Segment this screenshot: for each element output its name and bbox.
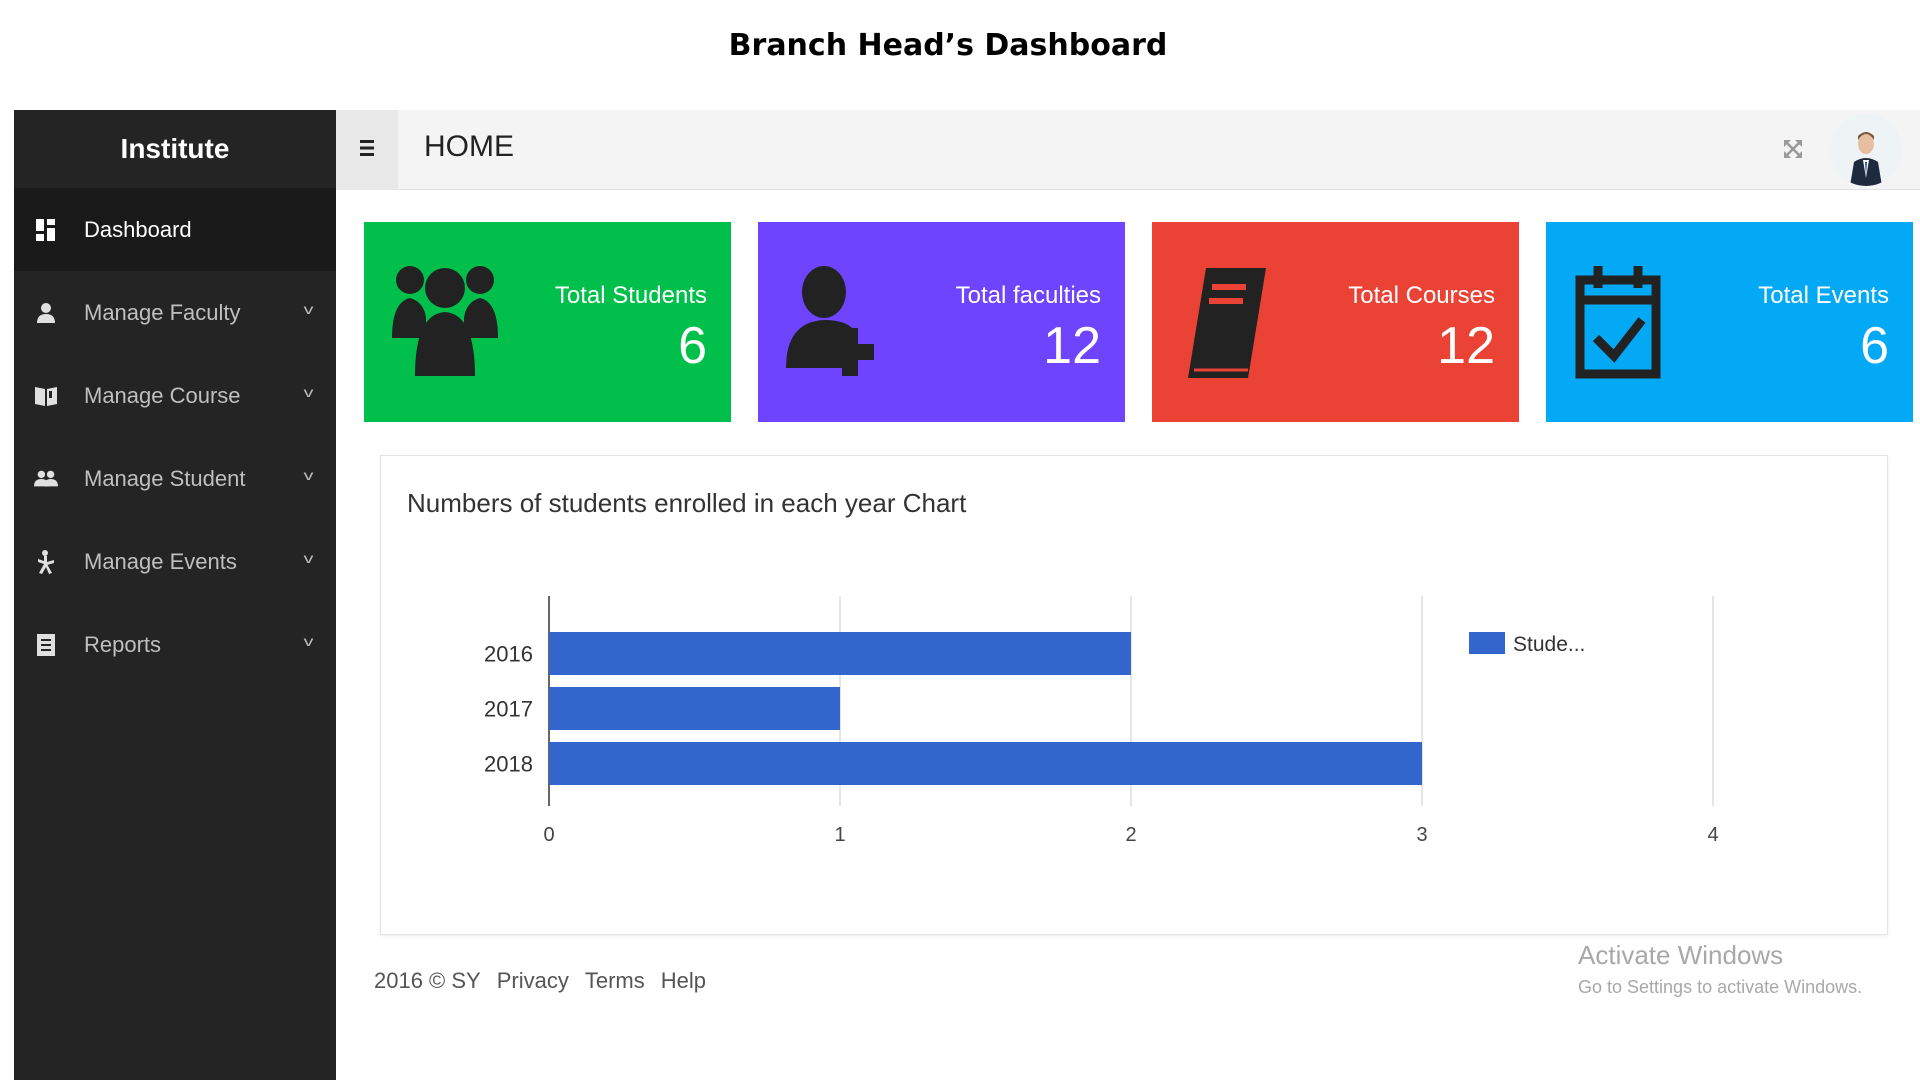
stat-card-total-students[interactable]: Total Students 6: [364, 222, 731, 422]
dashboard-icon: [34, 218, 58, 242]
enrollment-bar-chart: 0 1 2 3 4 2016 2017 2018 Stude...: [484, 596, 1719, 846]
chevron-down-icon[interactable]: v: [304, 467, 314, 483]
legend-swatch: [1469, 632, 1505, 654]
card-label: Total faculties: [955, 282, 1101, 309]
person-icon: [34, 301, 58, 325]
windows-activation-watermark: Activate Windows Go to Settings to activ…: [1578, 940, 1862, 998]
sidebar-item-label: Reports: [84, 631, 162, 657]
x-tick-label: 4: [1707, 824, 1718, 846]
sidebar-item-manage-course[interactable]: Manage Course v: [14, 354, 336, 437]
card-label: Total Courses: [1348, 282, 1495, 309]
sidebar-item-manage-faculty[interactable]: Manage Faculty v: [14, 271, 336, 354]
x-tick-label: 1: [834, 824, 845, 846]
chevron-down-icon[interactable]: v: [304, 550, 314, 566]
user-avatar[interactable]: [1830, 114, 1902, 186]
report-icon: [34, 633, 58, 657]
card-label: Total Students: [554, 282, 707, 309]
card-value: 12: [1043, 317, 1101, 375]
users-group-icon: [390, 258, 500, 388]
footer: 2016 © SY Privacy Terms Help: [374, 968, 706, 994]
page-title: HOME: [424, 130, 514, 163]
sidebar: Institute Dashboard Manage Faculty v Man…: [14, 110, 336, 1080]
people-icon: [34, 467, 58, 491]
bar-2018: [549, 742, 1422, 785]
x-tick-label: 0: [543, 824, 554, 846]
card-value: 6: [1860, 317, 1889, 375]
sidebar-item-label: Manage Events: [84, 548, 237, 574]
enrollment-chart-panel: Numbers of students enrolled in each yea…: [380, 455, 1888, 935]
calendar-check-icon: [1572, 258, 1682, 388]
watermark-line-1: Activate Windows: [1578, 940, 1784, 970]
top-bar: HOME: [336, 110, 1920, 190]
stat-card-total-faculties[interactable]: Total faculties 12: [758, 222, 1125, 422]
watermark-line-2: Go to Settings to activate Windows.: [1578, 977, 1863, 997]
book-icon: [1178, 258, 1288, 388]
stat-card-total-courses[interactable]: Total Courses 12: [1152, 222, 1519, 422]
hamburger-icon: [358, 138, 376, 163]
card-value: 6: [678, 317, 707, 375]
footer-link-terms[interactable]: Terms: [585, 968, 645, 994]
copyright-text: 2016 © SY: [374, 968, 481, 993]
sidebar-item-reports[interactable]: Reports v: [14, 603, 336, 686]
fullscreen-button[interactable]: [1778, 134, 1808, 164]
chevron-down-icon[interactable]: v: [304, 633, 314, 649]
sidebar-item-label: Manage Faculty: [84, 299, 241, 325]
fullscreen-icon: [1778, 140, 1808, 168]
chevron-down-icon[interactable]: v: [304, 301, 314, 317]
card-value: 12: [1437, 317, 1495, 375]
sidebar-item-label: Manage Student: [84, 465, 246, 491]
sidebar-item-label: Manage Course: [84, 382, 241, 408]
bar-2016: [549, 632, 1131, 675]
x-tick-label: 3: [1416, 824, 1427, 846]
stat-card-total-events[interactable]: Total Events 6: [1546, 222, 1913, 422]
footer-link-privacy[interactable]: Privacy: [497, 968, 569, 994]
x-tick-label: 2: [1125, 824, 1136, 846]
legend-label: Stude...: [1513, 633, 1585, 656]
category-label: 2016: [484, 642, 533, 667]
sidebar-item-manage-student[interactable]: Manage Student v: [14, 437, 336, 520]
page-caption: Branch Head’s Dashboard: [728, 28, 1168, 63]
sidebar-item-dashboard[interactable]: Dashboard: [14, 188, 336, 271]
user-plus-icon: [784, 258, 894, 388]
card-label: Total Events: [1758, 282, 1889, 309]
menu-toggle-button[interactable]: [336, 110, 398, 190]
book-icon: [34, 384, 58, 408]
events-icon: [34, 549, 58, 574]
category-label: 2018: [484, 752, 533, 777]
category-label: 2017: [484, 697, 533, 722]
chevron-down-icon[interactable]: v: [304, 384, 314, 400]
bar-2017: [549, 687, 840, 730]
sidebar-item-manage-events[interactable]: Manage Events v: [14, 520, 336, 603]
footer-link-help[interactable]: Help: [661, 968, 706, 994]
sidebar-item-label: Dashboard: [84, 216, 192, 242]
brand-logo[interactable]: Institute: [14, 110, 336, 188]
